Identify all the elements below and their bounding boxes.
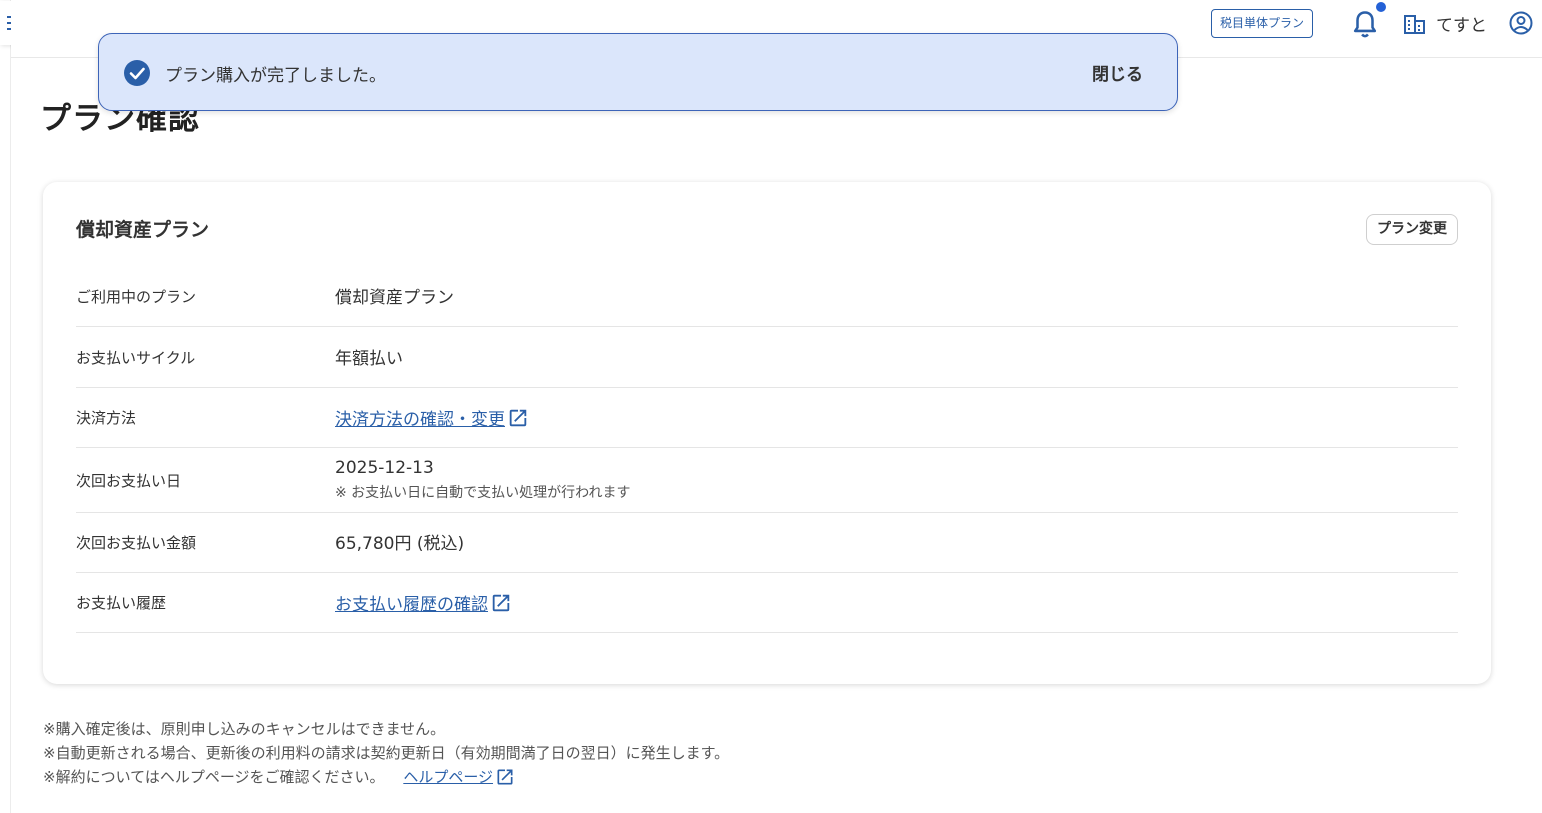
- row-payment-method: 決済方法 決済方法の確認・変更: [76, 388, 1458, 448]
- row-value: 年額払い: [335, 348, 403, 369]
- row-next-payment-date: 次回お支払い日 2025-12-13 ※ お支払い日に自動で支払い処理が行われま…: [76, 448, 1458, 513]
- row-label: お支払いサイクル: [76, 348, 196, 367]
- row-current-plan: ご利用中のプラン 償却資産プラン: [76, 267, 1458, 327]
- row-label: 決済方法: [76, 409, 137, 427]
- row-payment-cycle: お支払いサイクル 年額払い: [76, 327, 1458, 388]
- footer-notes: ※購入確定後は、原則申し込みのキャンセルはできません。 ※自動更新される場合、更…: [43, 717, 729, 789]
- app-root: 税目単体プラン てすと プラン確認 償却資産プラン プラン変更 ご利用中のプラン…: [0, 0, 1542, 813]
- next-payment-date: 2025-12-13: [335, 458, 434, 478]
- link-text: ヘルプページ: [403, 768, 494, 786]
- row-value: 決済方法の確認・変更: [335, 405, 529, 430]
- account-circle-icon[interactable]: [1508, 10, 1534, 36]
- check-circle-icon: [124, 60, 150, 86]
- change-plan-button[interactable]: プラン変更: [1366, 214, 1458, 245]
- plan-card: 償却資産プラン プラン変更 ご利用中のプラン 償却資産プラン お支払いサイクル …: [43, 182, 1491, 684]
- success-toast: プラン購入が完了しました。 閉じる: [98, 33, 1178, 111]
- help-page-link[interactable]: ヘルプページ: [403, 765, 515, 789]
- payment-history-link[interactable]: お支払い履歴の確認: [335, 590, 512, 615]
- plan-badge: 税目単体プラン: [1211, 9, 1314, 38]
- link-text: お支払い履歴の確認: [335, 595, 488, 615]
- row-payment-history: お支払い履歴 お支払い履歴の確認: [76, 573, 1458, 633]
- row-label: お支払い履歴: [76, 594, 167, 612]
- plan-detail-table: ご利用中のプラン 償却資産プラン お支払いサイクル 年額払い 決済方法 決済方法…: [76, 267, 1458, 633]
- external-link-icon: [509, 409, 527, 426]
- toast-message: プラン購入が完了しました。: [165, 66, 386, 86]
- external-link-icon: [497, 769, 513, 785]
- notification-dot: [1376, 2, 1386, 12]
- card-title: 償却資産プラン: [76, 219, 210, 241]
- row-value: 2025-12-13 ※ お支払い日に自動で支払い処理が行われます: [335, 458, 630, 502]
- auto-payment-note: ※ お支払い日に自動で支払い処理が行われます: [335, 485, 631, 501]
- note-line-2: ※自動更新される場合、更新後の利用料の請求は契約更新日（有効期間満了日の翌日）に…: [43, 744, 730, 762]
- link-text: 決済方法の確認・変更: [335, 410, 505, 430]
- row-label: 次回お支払い日: [76, 471, 182, 490]
- office-building-icon: [1404, 15, 1425, 34]
- row-next-payment-amount: 次回お支払い金額 65,780円 (税込): [76, 513, 1458, 573]
- row-label: ご利用中のプラン: [76, 288, 197, 306]
- side-rail: [0, 0, 11, 813]
- payment-method-link[interactable]: 決済方法の確認・変更: [335, 405, 529, 430]
- row-value: 償却資産プラン: [335, 288, 454, 308]
- note-line-3-text: ※解約についてはヘルプページをご確認ください。: [43, 768, 385, 786]
- note-line-1: ※購入確定後は、原則申し込みのキャンセルはできません。: [43, 720, 446, 738]
- toast-close-button[interactable]: 閉じる: [1092, 60, 1143, 85]
- external-link-icon: [492, 594, 510, 611]
- row-value: お支払い履歴の確認: [335, 590, 512, 615]
- row-label: 次回お支払い金額: [76, 534, 197, 552]
- row-value: 65,780円 (税込): [335, 534, 465, 554]
- note-line-3: ※解約についてはヘルプページをご確認ください。 ヘルプページ: [43, 765, 729, 789]
- bell-icon[interactable]: [1351, 9, 1379, 39]
- user-name: てすと: [1436, 16, 1487, 36]
